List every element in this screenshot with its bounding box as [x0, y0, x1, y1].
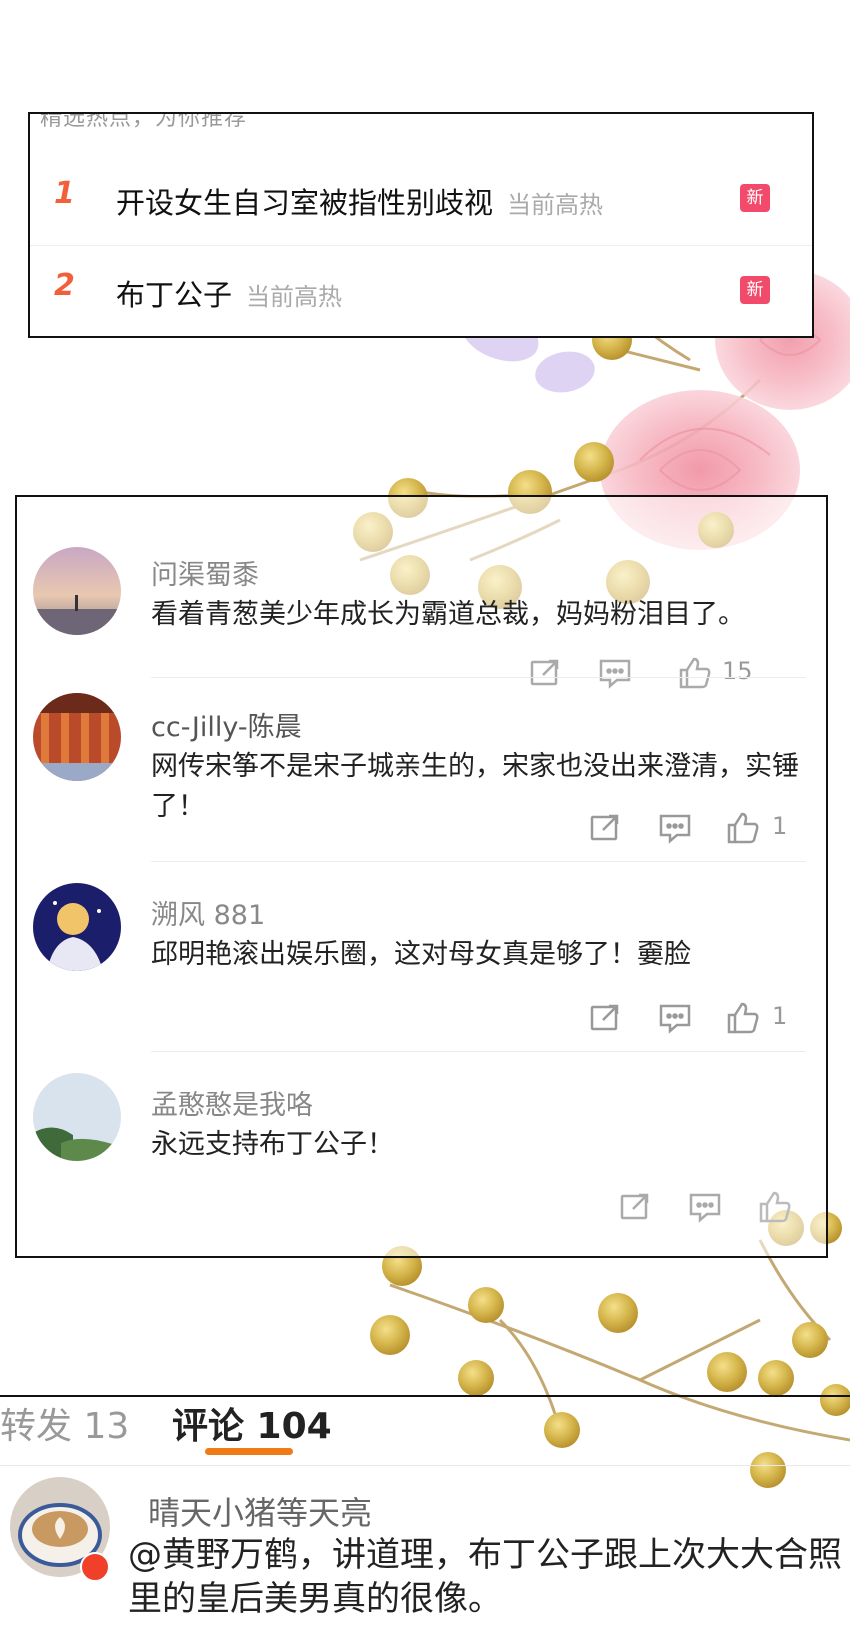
like-icon[interactable]: [724, 1000, 762, 1036]
trending-rank: 1: [54, 176, 75, 211]
verified-badge-icon: [80, 1552, 110, 1582]
tab-bar: 转发 13 评论 104: [0, 1395, 850, 1459]
trending-item[interactable]: 2 布丁公子 当前高热 新: [30, 246, 812, 336]
comment-username[interactable]: 孟憨憨是我咯: [151, 1083, 313, 1122]
divider: [0, 1465, 850, 1466]
comment-username[interactable]: cc-Jilly-陈晨: [151, 705, 302, 744]
tab-repost[interactable]: 转发 13: [0, 1397, 129, 1449]
comment-actions: 15: [526, 655, 826, 695]
comment-actions: 1: [586, 810, 826, 850]
like-count: 1: [772, 1002, 788, 1030]
comment-icon[interactable]: [656, 810, 694, 846]
trending-item[interactable]: 1 开设女生自习室被指性别歧视 当前高热 新: [30, 154, 812, 246]
trending-title: 开设女生自习室被指性别歧视 当前高热: [116, 180, 603, 222]
divider: [151, 1051, 806, 1052]
comment-icon[interactable]: [596, 655, 634, 691]
comment-actions: [616, 1189, 826, 1229]
divider: [151, 861, 806, 862]
tab-comment[interactable]: 评论 104: [172, 1397, 332, 1449]
comment-text: 看着青葱美少年成长为霸道总裁，妈妈粉泪目了。: [151, 599, 745, 630]
like-icon[interactable]: [756, 1189, 794, 1225]
like-icon[interactable]: [676, 655, 714, 691]
trending-title-text: 开设女生自习室被指性别歧视: [116, 186, 494, 220]
share-icon[interactable]: [616, 1189, 654, 1225]
trending-title: 布丁公子 当前高热: [116, 272, 342, 314]
trending-tag: 当前高热: [507, 191, 604, 219]
share-icon[interactable]: [526, 655, 564, 691]
tab-active-indicator: [205, 1448, 293, 1455]
comment-icon[interactable]: [686, 1189, 724, 1225]
comment-username[interactable]: 问渠蜀黍: [151, 553, 259, 592]
comment-username[interactable]: 溯风 881: [151, 893, 265, 932]
trending-subtitle: 精选热点，为你推荐: [40, 112, 248, 131]
trending-tag: 当前高热: [246, 283, 343, 311]
comment-text: 邱明艳滚出娱乐圈，这对母女真是够了！嫑脸: [151, 939, 691, 970]
avatar[interactable]: [33, 1073, 121, 1161]
new-badge: 新: [740, 184, 770, 212]
comment-actions: 1: [586, 1000, 826, 1040]
comment-text: 永远支持布丁公子！: [151, 1129, 394, 1160]
avatar[interactable]: [33, 547, 121, 635]
comment-icon[interactable]: [656, 1000, 694, 1036]
trending-rank: 2: [54, 268, 75, 303]
trending-panel: 精选热点，为你推荐 1 开设女生自习室被指性别歧视 当前高热 新 2 布丁公子 当前…: [28, 112, 814, 338]
like-count: 1: [772, 812, 788, 840]
like-count: 15: [722, 657, 753, 685]
featured-comment-username[interactable]: 晴天小猪等天亮: [148, 1488, 372, 1534]
like-icon[interactable]: [724, 810, 762, 846]
new-badge: 新: [740, 276, 770, 304]
comments-panel: 问渠蜀黍 看着青葱美少年成长为霸道总裁，妈妈粉泪目了。 15 cc-Jilly-…: [15, 495, 828, 1258]
avatar[interactable]: [33, 883, 121, 971]
share-icon[interactable]: [586, 1000, 624, 1036]
share-icon[interactable]: [586, 810, 624, 846]
avatar[interactable]: [33, 693, 121, 781]
featured-comment-text: @黄野万鹤，讲道理，布丁公子跟上次大大合照里的皇后美男真的很像。: [128, 1535, 842, 1619]
trending-title-text: 布丁公子: [116, 278, 233, 312]
divider: [151, 677, 806, 678]
